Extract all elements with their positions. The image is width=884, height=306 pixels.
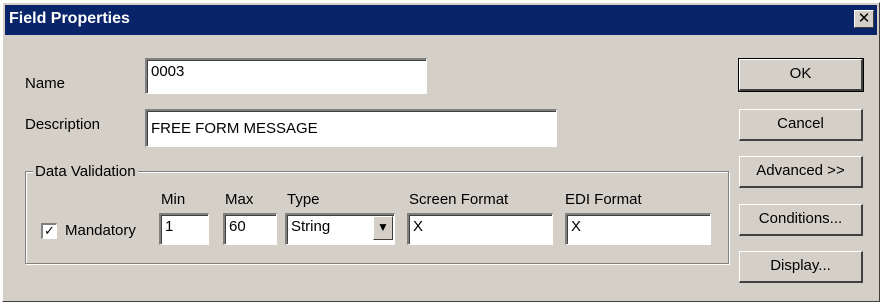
title-bar[interactable]: Field Properties ✕ xyxy=(5,5,877,35)
field-properties-dialog: Field Properties ✕ Name 0003 Description… xyxy=(2,2,880,302)
max-label: Max xyxy=(225,191,254,208)
data-validation-title: Data Validation xyxy=(33,163,138,180)
name-input[interactable]: 0003 xyxy=(145,58,427,94)
close-icon: ✕ xyxy=(857,10,871,27)
min-input[interactable]: 1 xyxy=(159,213,209,245)
close-button[interactable]: ✕ xyxy=(854,10,874,28)
ok-button[interactable]: OK xyxy=(738,58,864,92)
screen-format-label: Screen Format xyxy=(409,191,509,208)
type-label: Type xyxy=(287,191,320,208)
mandatory-label: Mandatory xyxy=(65,222,136,239)
description-label: Description xyxy=(25,116,101,133)
chevron-down-icon: ▼ xyxy=(377,220,389,234)
dropdown-arrow-button[interactable]: ▼ xyxy=(373,216,393,240)
screen-format-input[interactable]: X xyxy=(407,213,553,245)
conditions-button[interactable]: Conditions... xyxy=(739,204,863,236)
type-value: String xyxy=(291,218,331,235)
name-label: Name xyxy=(25,75,66,92)
cancel-button[interactable]: Cancel xyxy=(739,109,863,141)
edi-format-input[interactable]: X xyxy=(565,213,711,245)
description-input[interactable]: FREE FORM MESSAGE xyxy=(145,109,557,147)
type-select[interactable]: String ▼ xyxy=(285,213,395,245)
display-button[interactable]: Display... xyxy=(739,251,863,283)
checkmark-icon: ✓ xyxy=(44,223,55,238)
max-input[interactable]: 60 xyxy=(223,213,277,245)
min-label: Min xyxy=(161,191,186,208)
edi-format-label: EDI Format xyxy=(565,191,642,208)
window-title: Field Properties xyxy=(9,10,130,27)
advanced-button[interactable]: Advanced >> xyxy=(739,156,863,188)
mandatory-checkbox[interactable]: ✓ xyxy=(41,223,57,239)
